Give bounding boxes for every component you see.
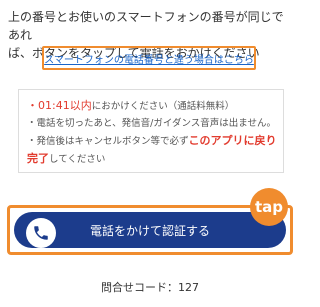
return-app-pre: ・発信後はキャンセルボタン等で必ず <box>27 136 189 147</box>
complete-rest: してください <box>49 154 106 165</box>
notice-complete: 完了してください <box>27 150 275 168</box>
phone-icon <box>26 218 56 248</box>
intro-line-1: 上の番号とお使いのスマートフォンの番号が同じであれ <box>8 10 284 42</box>
complete-highlight: 完了 <box>27 152 49 165</box>
call-and-verify-button[interactable]: 電話をかけて認証する <box>14 212 286 248</box>
time-limit-text: ・01:41以内 <box>27 99 92 112</box>
call-button-label: 電話をかけて認証する <box>89 223 210 238</box>
return-app-highlight: このアプリに戻り <box>188 134 277 147</box>
tap-indicator: tap <box>250 188 288 226</box>
different-number-link[interactable]: スマートフォンの電話番号と違う場合はこちら <box>44 51 254 66</box>
inquiry-code: 問合せコード：127 <box>101 281 199 294</box>
different-number-link-box: スマートフォンの電話番号と違う場合はこちら <box>42 46 256 70</box>
notice-no-tone: ・電話を切ったあと、発信音/ガイダンス音声は出ません。 <box>27 118 276 129</box>
notice-time-limit: ・01:41以内におかけください（通話料無料） <box>27 97 275 115</box>
notice-box: ・01:41以内におかけください（通話料無料） ・電話を切ったあと、発信音/ガイ… <box>18 89 284 173</box>
notice-return-app: ・発信後はキャンセルボタン等で必ずこのアプリに戻り <box>27 132 277 150</box>
time-limit-rest: におかけください（通話料無料） <box>91 101 235 112</box>
